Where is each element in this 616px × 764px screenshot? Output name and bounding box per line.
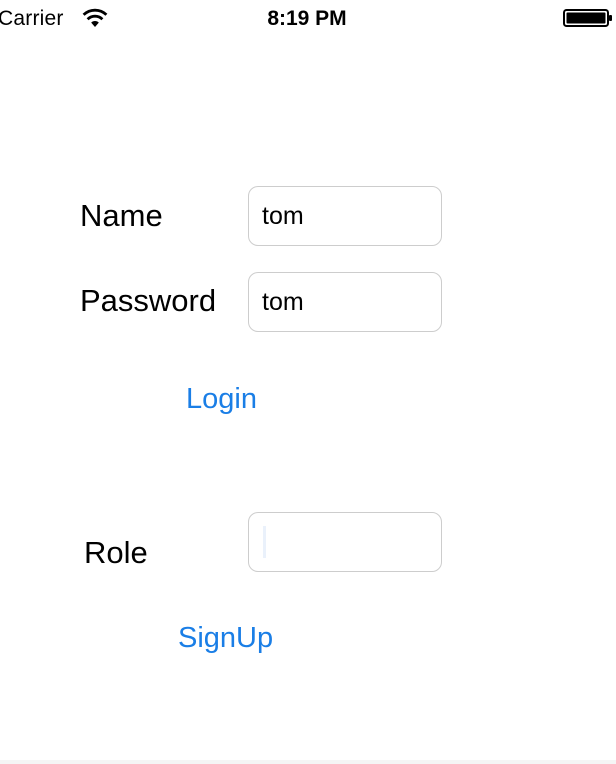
login-button[interactable]: Login bbox=[186, 382, 257, 416]
battery-icon bbox=[563, 9, 612, 27]
password-field-value: tom bbox=[262, 288, 304, 316]
clock: 8:19 PM bbox=[267, 7, 347, 30]
name-field-value: tom bbox=[262, 202, 304, 230]
status-bar: Carrier 8:19 PM bbox=[0, 0, 616, 40]
app-screen: Carrier 8:19 PM Name tom Password tom Lo… bbox=[0, 0, 616, 764]
password-field[interactable]: tom bbox=[248, 272, 442, 332]
name-label: Name bbox=[80, 198, 163, 233]
signup-button[interactable]: SignUp bbox=[178, 621, 273, 655]
text-cursor bbox=[263, 526, 266, 558]
password-label: Password bbox=[80, 283, 217, 318]
role-label: Role bbox=[84, 535, 148, 570]
name-field[interactable]: tom bbox=[248, 186, 442, 246]
role-field[interactable] bbox=[248, 512, 442, 572]
bottom-divider bbox=[0, 760, 616, 764]
